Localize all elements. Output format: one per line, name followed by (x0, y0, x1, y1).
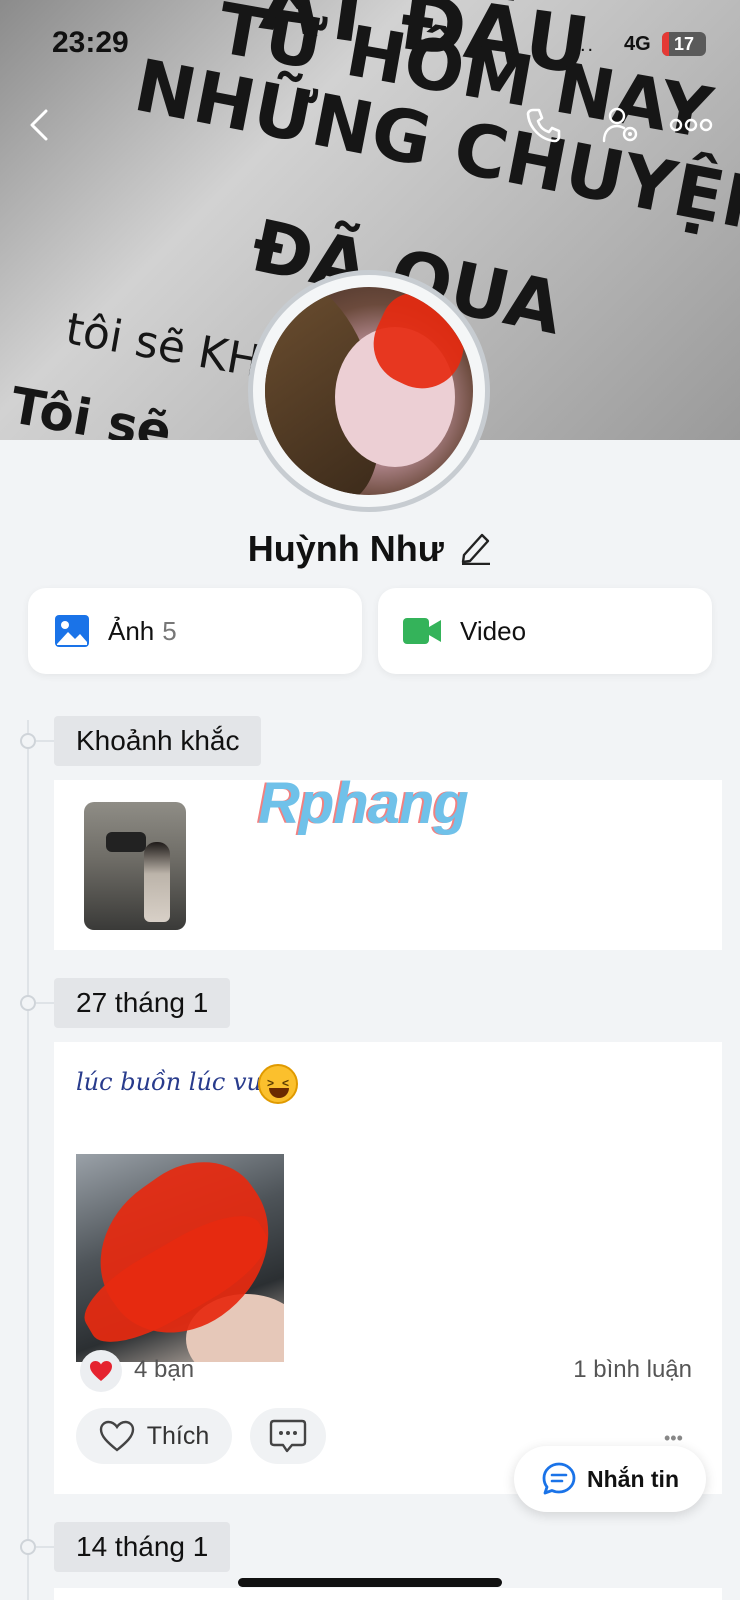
reaction-count[interactable]: 4 bạn (134, 1356, 194, 1384)
pencil-icon[interactable] (458, 529, 492, 570)
message-button[interactable]: Nhắn tin (514, 1446, 706, 1512)
timeline-dot (20, 733, 36, 749)
ellipsis-icon (669, 118, 713, 132)
post-card (54, 1588, 722, 1600)
comment-count[interactable]: 1 bình luận (573, 1356, 692, 1384)
avatar-image (265, 287, 473, 495)
video-label: Video (460, 615, 527, 646)
battery-level: 17 (673, 34, 695, 54)
like-button[interactable]: Thích (76, 1408, 232, 1464)
video-camera-icon (403, 618, 441, 644)
network-type: 4G (624, 33, 651, 55)
call-button[interactable] (518, 100, 568, 150)
message-label: Nhắn tin (587, 1465, 679, 1492)
moment-thumbnail[interactable] (84, 802, 186, 930)
post-photo[interactable] (76, 1154, 284, 1362)
home-indicator (238, 1578, 502, 1587)
profile-header-bar (0, 100, 740, 150)
heart-reaction-icon[interactable] (80, 1350, 122, 1392)
avatar[interactable] (248, 270, 490, 512)
image-icon (55, 615, 89, 647)
grinning-squint-emoji: > < (258, 1064, 298, 1104)
photos-label: Ảnh (108, 615, 155, 646)
timeline-dot (20, 995, 36, 1011)
comment-icon (269, 1419, 307, 1453)
photos-count: 5 (162, 615, 177, 646)
date-label: 14 tháng 1 (54, 1522, 231, 1572)
timeline-connector (36, 1546, 54, 1548)
profile-name-row: Huỳnh Như (0, 528, 740, 570)
timeline-line (27, 720, 29, 1600)
back-button[interactable] (14, 100, 64, 150)
profile-name: Huỳnh Như (247, 528, 444, 569)
reaction-row: 4 bạn 1 bình luận (80, 1348, 692, 1392)
timeline-connector (36, 1002, 54, 1004)
chat-bubble-icon (542, 1462, 576, 1495)
like-label: Thích (146, 1421, 210, 1450)
status-bar: 23:29 .. 4G 17 (0, 26, 740, 66)
user-gear-icon (602, 107, 638, 143)
chevron-left-icon (30, 109, 48, 141)
photos-button[interactable]: Ảnh 5 (28, 588, 362, 674)
profile-settings-button[interactable] (596, 100, 646, 150)
watermark: Rphang (258, 771, 469, 836)
moments-label: Khoảnh khắc (54, 716, 262, 766)
date-label: 27 tháng 1 (54, 978, 231, 1028)
post-caption: lúc buồn lúc vui (76, 1068, 270, 1096)
video-button[interactable]: Video (378, 588, 712, 674)
cover-text-line: tôi sẽ KH (62, 303, 265, 388)
more-button[interactable] (666, 100, 716, 150)
signal-icon: .. (580, 34, 596, 56)
timeline-connector (36, 740, 54, 742)
battery-icon: 17 (662, 32, 706, 56)
cover-text-line: Tôi sẽ (6, 376, 176, 440)
comment-button[interactable] (250, 1408, 326, 1464)
status-time: 23:29 (52, 26, 129, 59)
post-card: lúc buồn lúc vui > < 4 bạn 1 bình luận Th… (54, 1042, 722, 1494)
heart-outline-icon (99, 1420, 134, 1452)
timeline-dot (20, 1539, 36, 1555)
phone-icon (526, 108, 561, 143)
